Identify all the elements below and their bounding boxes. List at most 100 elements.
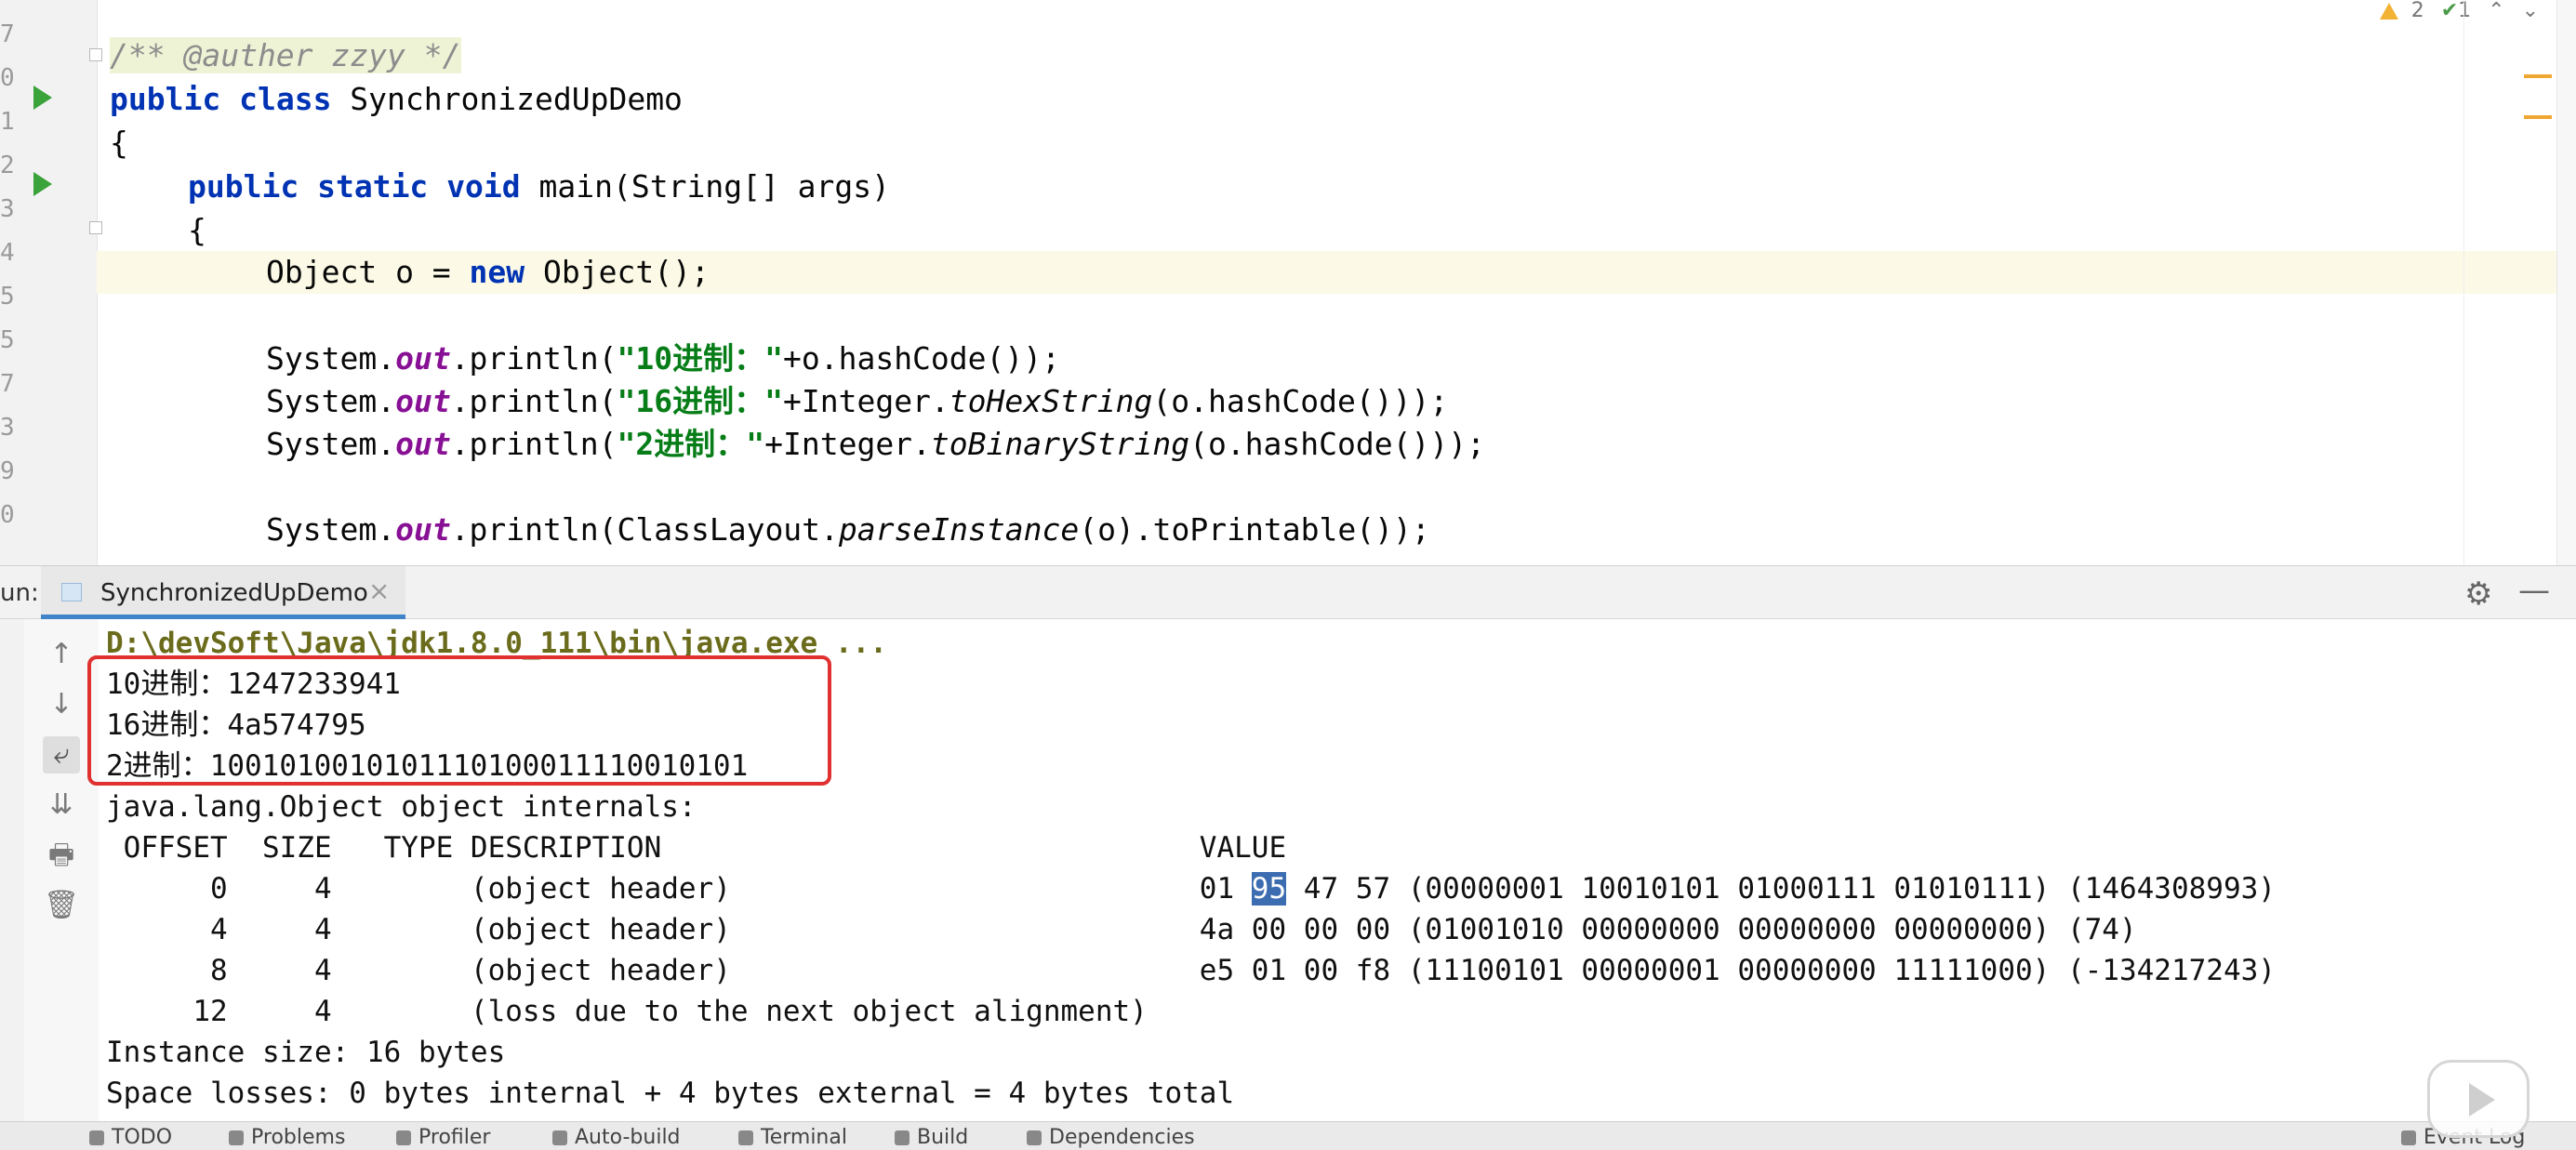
minimize-icon[interactable]: — <box>2518 572 2550 609</box>
line-number: 0 <box>0 501 15 529</box>
warning-count: 2 <box>2410 0 2424 22</box>
run-class-icon[interactable] <box>33 86 52 110</box>
console-layout-columns: OFFSET SIZE TYPE DESCRIPTION VALUE <box>106 831 1287 865</box>
keyword: public <box>188 168 299 205</box>
code-text: +Integer. <box>764 426 931 462</box>
close-icon[interactable]: × <box>368 575 390 606</box>
console-command-line[interactable]: D:\devSoft\Java\jdk1.8.0_111\bin\java.ex… <box>106 623 887 664</box>
field-out: out <box>395 340 451 377</box>
code-line-brace[interactable]: { <box>188 209 206 252</box>
code-line-brace[interactable]: { <box>110 122 128 165</box>
code-text: System. <box>266 426 396 462</box>
line-number: 5 <box>0 283 15 311</box>
line-number: 5 <box>0 326 15 354</box>
run-main-icon[interactable] <box>33 172 52 196</box>
code-line-class[interactable]: public class SynchronizedUpDemo <box>110 78 683 121</box>
console-output[interactable]: D:\devSoft\Java\jdk1.8.0_111\bin\java.ex… <box>99 619 2576 1121</box>
console-binary-hash: 2进制：1001010010101110100011110010101 <box>106 749 749 783</box>
code-line-comment[interactable]: /** @auther zzyy */ <box>110 34 461 77</box>
line-number: 0 <box>0 64 15 92</box>
soft-wrap-icon[interactable]: ⤶ <box>43 736 80 773</box>
problems-icon <box>229 1130 244 1145</box>
editor-scrollbar[interactable] <box>2556 0 2576 565</box>
scroll-to-end-icon[interactable]: ⇊ <box>43 786 80 824</box>
string-literal: "2进制：" <box>617 426 765 462</box>
code-line-object[interactable]: Object o = new Object(); <box>266 251 710 294</box>
tab-label: Build <box>917 1126 969 1149</box>
auto-build-tab[interactable]: Auto-build <box>552 1126 681 1149</box>
code-line-println-hex[interactable]: System.out.println("16进制："+Integer.toHex… <box>266 380 1448 423</box>
code-line-println-dec[interactable]: System.out.println("10进制："+o.hashCode())… <box>266 337 1060 380</box>
code-line-println-bin[interactable]: System.out.println("2进制："+Integer.toBina… <box>266 423 1485 466</box>
dependencies-icon <box>1027 1130 1042 1145</box>
line-number: 2 <box>0 152 15 179</box>
list-icon <box>89 1130 104 1145</box>
warning-icon <box>2380 2 2399 20</box>
line-number: 3 <box>0 414 15 442</box>
string-literal: "10进制：" <box>617 340 783 377</box>
arrow-down-icon[interactable]: ↓ <box>43 686 80 723</box>
warning-stripe-mark[interactable] <box>2524 74 2552 78</box>
code-line-main[interactable]: public static void main(String[] args) <box>188 165 890 208</box>
keyword: void <box>446 168 521 205</box>
left-tool-strip <box>0 619 25 1121</box>
fold-icon[interactable] <box>89 48 102 61</box>
code-line-println-layout[interactable]: System.out.println(ClassLayout.parseInst… <box>266 509 1430 551</box>
hammer-icon <box>895 1130 910 1145</box>
dependencies-tab[interactable]: Dependencies <box>1027 1126 1195 1149</box>
code-text: Object(); <box>524 254 710 290</box>
selected-byte[interactable]: 95 <box>1251 872 1287 905</box>
print-icon[interactable]: 🖶 <box>43 837 80 874</box>
code-editor[interactable]: 5 7 0 1 2 3 4 5 5 7 3 9 0 /** @auther zz… <box>0 0 2576 565</box>
keyword: new <box>469 254 525 290</box>
tab-label: Auto-build <box>575 1126 681 1149</box>
tab-label: TODO <box>112 1126 173 1149</box>
arrow-up-icon[interactable]: ↑ <box>43 636 80 673</box>
line-number: 3 <box>0 195 15 223</box>
keyword: public <box>110 81 221 117</box>
fold-icon[interactable] <box>89 221 102 234</box>
field-out: out <box>395 426 451 462</box>
brace: { <box>110 125 128 161</box>
console-layout-row: 4 4 (object header) 4a 00 00 00 (0100101… <box>106 913 2137 946</box>
terminal-tab[interactable]: Terminal <box>738 1126 847 1149</box>
error-stripe[interactable] <box>2463 0 2557 565</box>
row-text: 47 57 (00000001 10010101 01000111 010101… <box>1286 872 2276 905</box>
console-instance-size: Instance size: 16 bytes <box>106 1036 506 1069</box>
tab-label: Problems <box>251 1126 346 1149</box>
console-layout-row: 12 4 (loss due to the next object alignm… <box>106 995 1148 1028</box>
code-text: System. <box>266 383 396 419</box>
console-hex-hash: 16进制：4a574795 <box>106 708 366 742</box>
gear-icon[interactable]: ⚙ <box>2464 575 2492 613</box>
code-text: (o.hashCode())); <box>1152 383 1449 419</box>
profiler-tab[interactable]: Profiler <box>396 1126 490 1149</box>
code-text: +Integer. <box>782 383 949 419</box>
line-number: 5 <box>0 0 15 13</box>
class-name: SynchronizedUpDemo <box>331 81 683 117</box>
line-number: 7 <box>0 20 15 48</box>
code-text: .println( <box>450 426 617 462</box>
static-method: parseInstance <box>838 511 1080 548</box>
editor-gutter: 5 7 0 1 2 3 4 5 5 7 3 9 0 <box>0 0 102 565</box>
run-tab[interactable]: SynchronizedUpDemo × <box>41 566 405 619</box>
trash-icon[interactable]: 🗑 <box>43 887 80 924</box>
static-method: toBinaryString <box>930 426 1190 462</box>
static-method: toHexString <box>949 383 1153 419</box>
string-literal: "16进制：" <box>617 383 783 419</box>
bottom-tool-bar: TODO Problems Profiler Auto-build Termin… <box>0 1121 2576 1150</box>
code-text: Object o = <box>266 254 470 290</box>
todo-tab[interactable]: TODO <box>89 1126 172 1149</box>
profiler-icon <box>396 1130 411 1145</box>
line-number: 1 <box>0 108 15 136</box>
brace: { <box>188 212 206 248</box>
line-number: 9 <box>0 457 15 485</box>
run-toolbar: ↑ ↓ ⤶ ⇊ 🖶 🗑 <box>24 619 100 1121</box>
field-out: out <box>395 383 451 419</box>
video-play-icon <box>2427 1060 2530 1138</box>
warning-stripe-mark[interactable] <box>2524 115 2552 119</box>
code-text: ClassLayout. <box>617 511 839 548</box>
build-tab[interactable]: Build <box>895 1126 968 1149</box>
application-icon <box>61 583 82 601</box>
field-out: out <box>395 511 451 548</box>
problems-tab[interactable]: Problems <box>229 1126 345 1149</box>
